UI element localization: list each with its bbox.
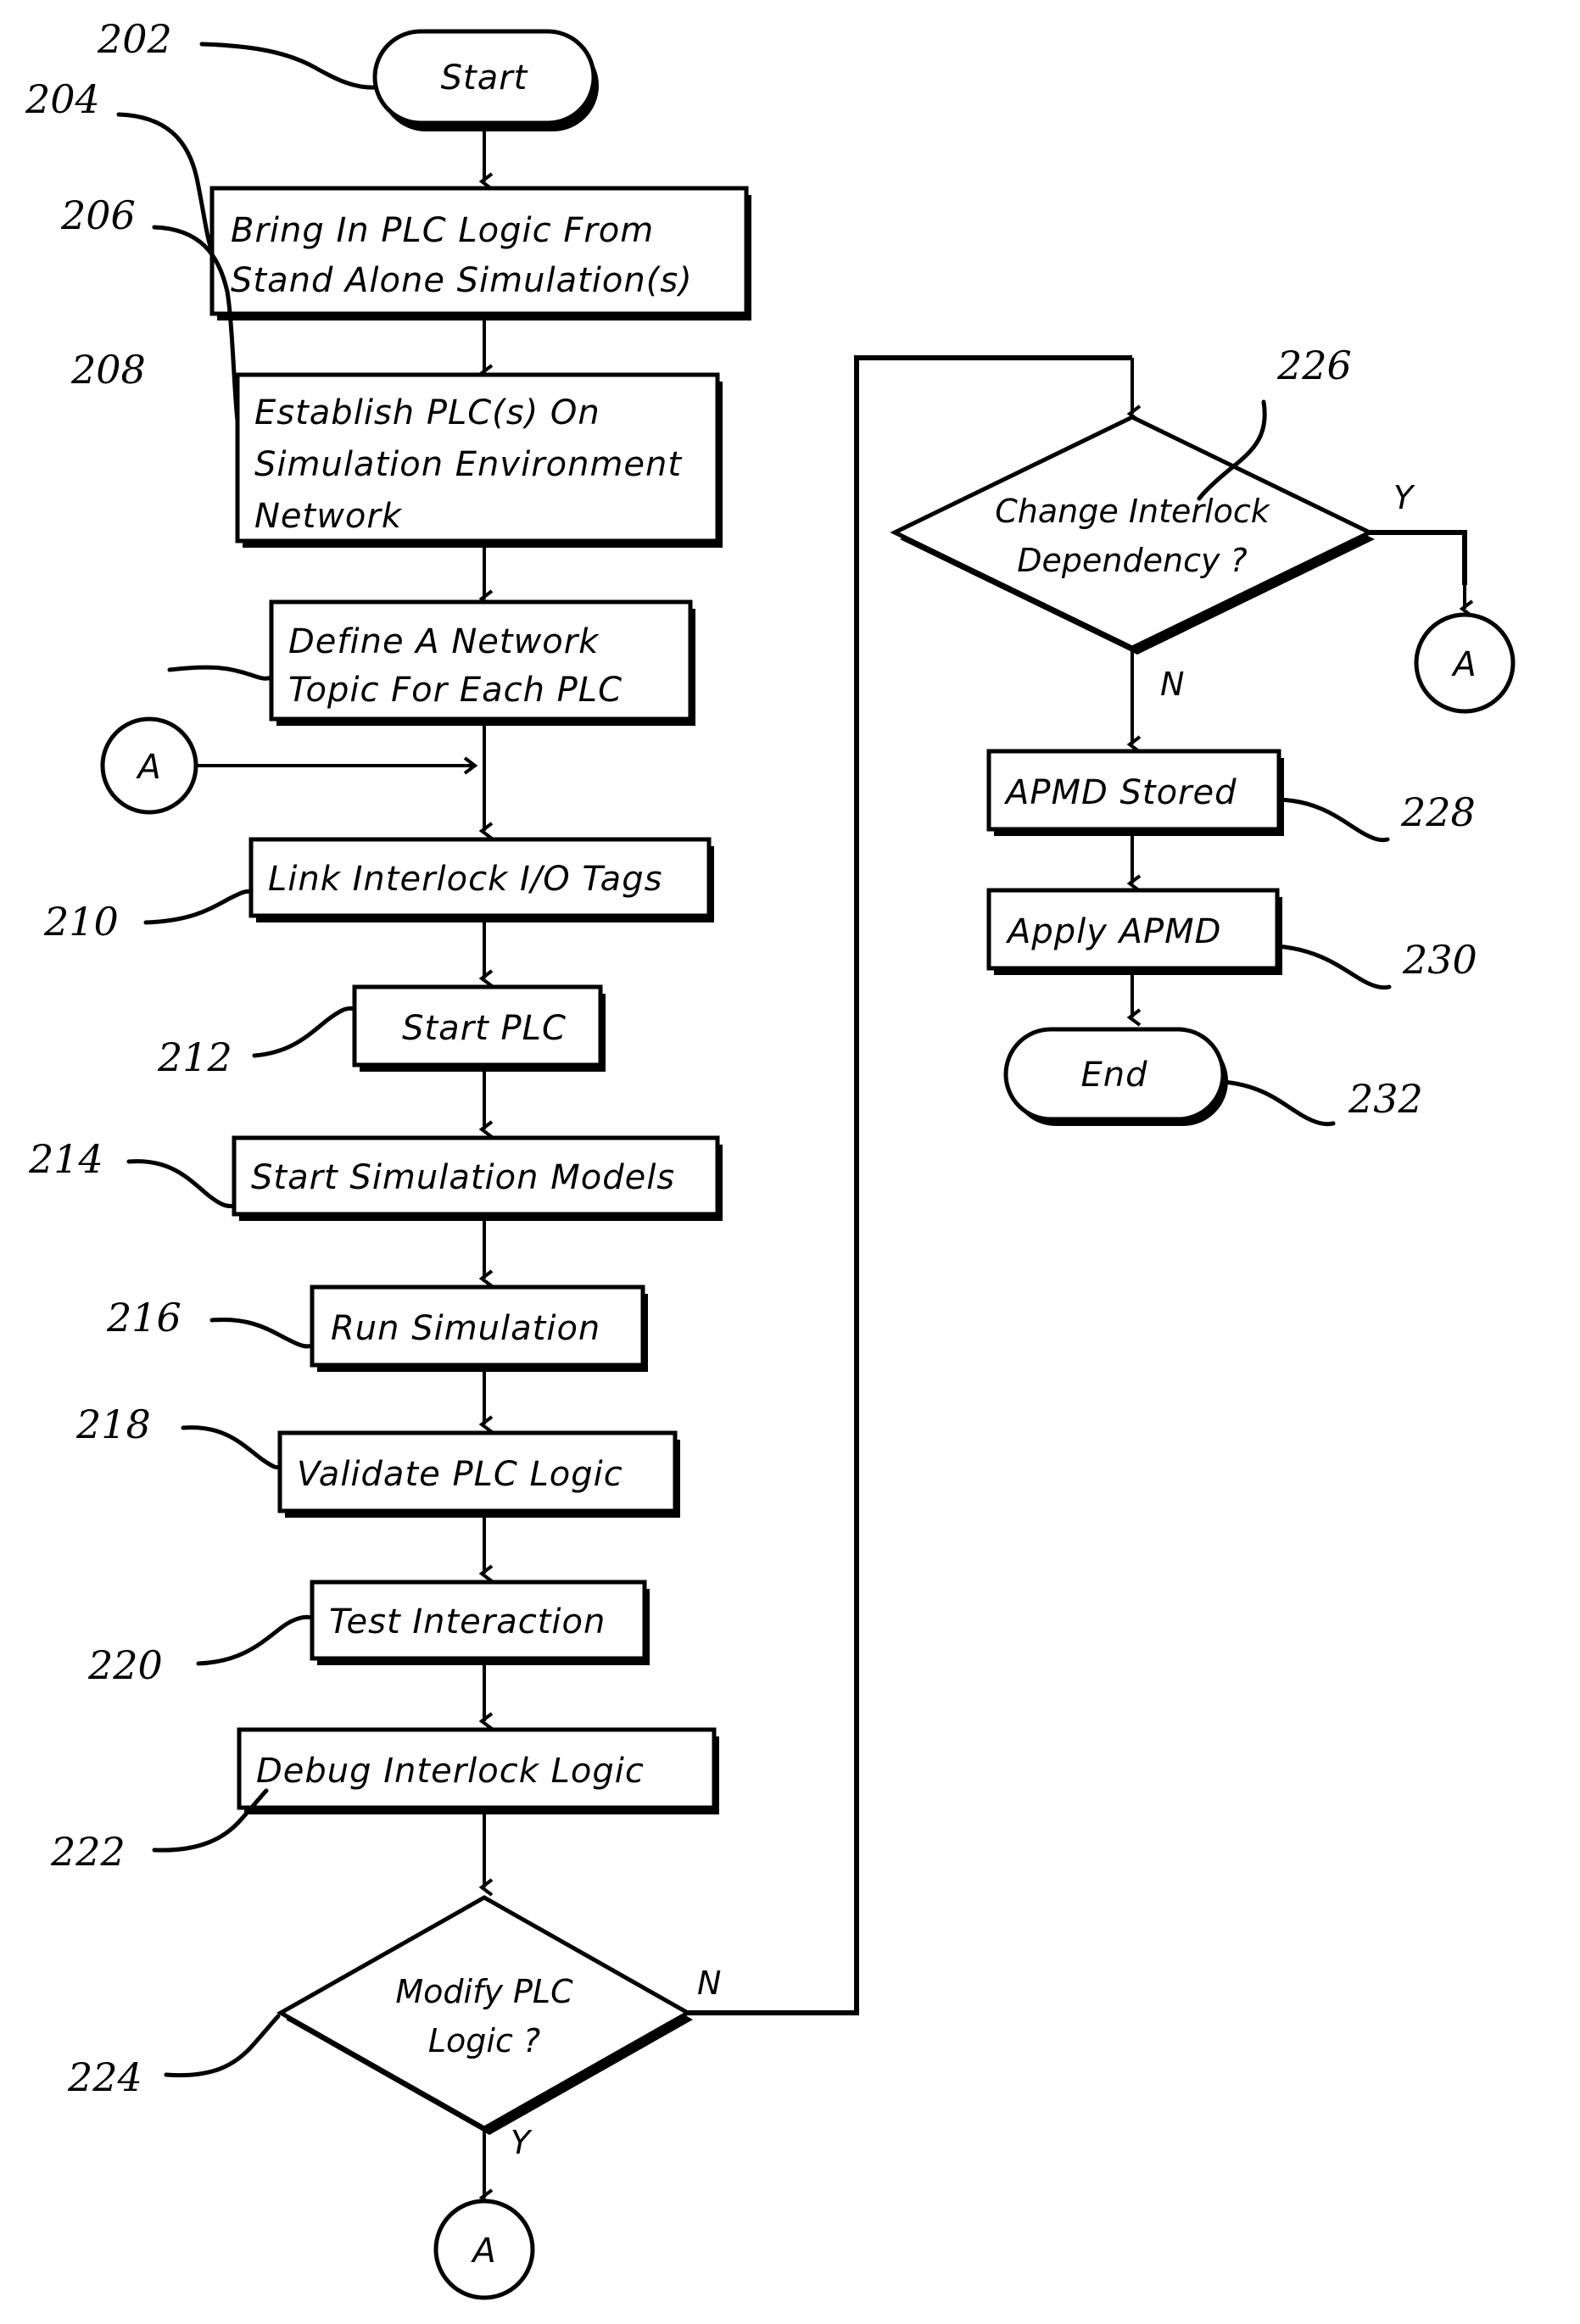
leader-216 [209, 1317, 315, 1349]
branch-label-226-no: N [1160, 666, 1184, 703]
node-process-216: Run Simulation [310, 1285, 648, 1372]
node-process-210: Link Interlock I/O Tags [248, 837, 714, 922]
node-label-210-line1: Link Interlock I/O Tags [268, 860, 662, 899]
ref-number-210: 210 [43, 899, 119, 945]
connector-a-bottom: A [433, 2199, 535, 2300]
leader-208 [167, 665, 274, 681]
node-label-226-line1: Change Interlock [995, 493, 1270, 530]
connector-a-right: A [1414, 612, 1516, 714]
ref-number-214: 214 [28, 1136, 103, 1182]
ref-number-228: 228 [1400, 789, 1476, 835]
connector-a-left: A [100, 716, 198, 815]
node-label-228-line1: APMD Stored [1003, 773, 1237, 812]
ref-number-230: 230 [1402, 937, 1477, 983]
leader-232 [1220, 1079, 1336, 1127]
node-process-214: Start Simulation Models [232, 1135, 723, 1221]
ref-number-212: 212 [157, 1034, 232, 1080]
node-process-212: Start PLC [352, 984, 606, 1072]
node-label-230-line1: Apply APMD [1005, 912, 1221, 951]
node-process-228: APMD Stored [986, 749, 1284, 836]
node-label-206-line1: Establish PLC(s) On [254, 393, 600, 432]
node-label-208-line1: Define A Network [288, 622, 600, 661]
leader-224 [164, 2014, 281, 2078]
node-label-218-line1: Validate PLC Logic [297, 1455, 623, 1494]
leader-202 [199, 42, 377, 90]
node-process-206: Establish PLC(s) On Simulation Environme… [235, 372, 723, 548]
node-label-226-line2: Dependency ? [1017, 542, 1247, 579]
leader-228 [1276, 797, 1390, 843]
ref-number-216: 216 [106, 1295, 181, 1340]
node-process-218: Validate PLC Logic [277, 1430, 680, 1518]
node-label-212-line1: Start PLC [402, 1009, 567, 1048]
ref-number-222: 222 [50, 1829, 126, 1875]
ref-number-224: 224 [67, 2054, 142, 2100]
leader-214 [126, 1159, 237, 1209]
node-label-224-line1: Modify PLC [395, 1973, 573, 2010]
connector-a-right-label: A [1450, 645, 1476, 684]
node-label-start: Start [441, 59, 528, 98]
connector-a-bottom-label: A [470, 2232, 495, 2271]
ref-number-206: 206 [60, 192, 136, 238]
node-label-206-line2: Simulation Environment [254, 445, 682, 484]
ref-number-204: 204 [25, 76, 100, 122]
node-end-232: End [1003, 1027, 1228, 1126]
node-decision-226: Change Interlock Dependency ? [890, 415, 1375, 655]
flowchart-diagram: Start 202 Bring In PLC Logic From Stand … [25, 16, 1516, 2300]
node-process-220: Test Interaction [310, 1580, 650, 1665]
node-label-224-line2: Logic ? [428, 2022, 540, 2059]
node-label-208-line2: Topic For Each PLC [288, 671, 623, 710]
node-decision-224: Modify PLC Logic ? [276, 1895, 693, 2135]
leader-220 [196, 1614, 315, 1666]
node-start-202: Start [372, 29, 599, 131]
node-label-220-line1: Test Interaction [329, 1602, 606, 1641]
node-label-214-line1: Start Simulation Models [251, 1158, 675, 1197]
leader-210 [143, 889, 254, 925]
ref-number-218: 218 [75, 1402, 151, 1447]
node-label-206-line3: Network [254, 497, 403, 536]
node-label-204-line1: Bring In PLC Logic From [231, 211, 654, 250]
ref-number-202: 202 [97, 16, 172, 62]
node-label-end: End [1080, 1056, 1147, 1095]
ref-number-232: 232 [1348, 1076, 1423, 1122]
connector-a-left-label: A [135, 748, 160, 787]
node-label-216-line1: Run Simulation [331, 1309, 600, 1348]
leader-212 [252, 1006, 357, 1058]
node-label-222-line1: Debug Interlock Logic [256, 1752, 645, 1791]
ref-number-208: 208 [70, 347, 146, 393]
node-process-222: Debug Interlock Logic [237, 1727, 719, 1814]
node-process-230: Apply APMD [986, 888, 1282, 975]
ref-number-220: 220 [87, 1642, 163, 1688]
edge-226-yes [1370, 530, 1467, 585]
node-process-208: Define A Network Topic For Each PLC [269, 599, 695, 726]
ref-number-226: 226 [1276, 343, 1352, 388]
figure-canvas: Start 202 Bring In PLC Logic From Stand … [0, 0, 1580, 2324]
branch-label-224-yes: Y [511, 2124, 533, 2161]
branch-label-224-no: N [697, 1965, 721, 2002]
leader-218 [181, 1425, 282, 1470]
node-process-204: Bring In PLC Logic From Stand Alone Simu… [209, 186, 751, 320]
branch-label-226-yes: Y [1393, 479, 1415, 516]
leader-230 [1275, 944, 1392, 990]
node-label-204-line2: Stand Alone Simulation(s) [231, 261, 693, 300]
